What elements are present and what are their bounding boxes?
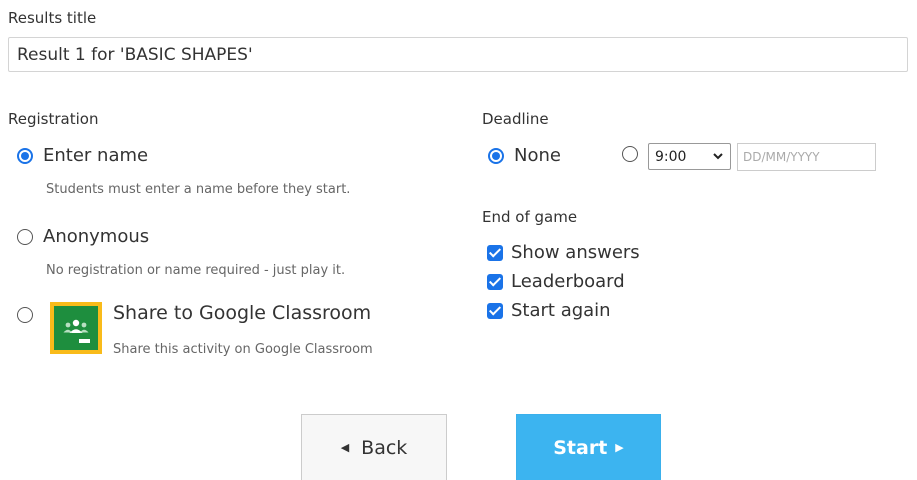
start-again-option[interactable]: Start again	[487, 300, 611, 321]
enter-name-label: Enter name	[43, 145, 149, 166]
back-button[interactable]: ◀ Back	[301, 414, 447, 480]
google-classroom-label: Share to Google Classroom	[113, 302, 372, 324]
chevron-down-icon	[713, 153, 723, 160]
registration-option-anonymous[interactable]: Anonymous	[17, 226, 149, 247]
results-title-label: Results title	[8, 9, 97, 27]
leaderboard-option[interactable]: Leaderboard	[487, 271, 625, 292]
deadline-time-select[interactable]: 9:00	[648, 143, 731, 170]
start-button[interactable]: Start ▶	[516, 414, 661, 480]
triangle-left-icon: ◀	[340, 441, 350, 454]
end-of-game-heading: End of game	[482, 208, 578, 226]
anonymous-hint: No registration or name required - just …	[46, 263, 346, 278]
start-again-label: Start again	[511, 300, 611, 321]
results-settings-page: Results title Registration Enter name St…	[0, 0, 917, 480]
start-button-label: Start	[553, 436, 608, 459]
results-title-input[interactable]	[8, 37, 908, 72]
triangle-right-icon: ▶	[615, 441, 624, 454]
deadline-option-date[interactable]	[622, 146, 638, 162]
deadline-none-label: None	[514, 145, 561, 166]
google-classroom-icon	[50, 302, 102, 354]
deadline-option-none[interactable]: None	[488, 145, 561, 166]
anonymous-label: Anonymous	[43, 226, 150, 247]
anonymous-radio[interactable]	[17, 228, 33, 245]
show-answers-option[interactable]: Show answers	[487, 242, 640, 263]
registration-option-enter-name[interactable]: Enter name	[17, 145, 148, 166]
google-classroom-hint: Share this activity on Google Classroom	[113, 342, 373, 357]
back-button-label: Back	[361, 436, 408, 459]
enter-name-radio[interactable]	[17, 147, 33, 164]
leaderboard-label: Leaderboard	[511, 271, 625, 292]
start-again-checkbox[interactable]	[487, 302, 503, 319]
enter-name-hint: Students must enter a name before they s…	[46, 182, 351, 197]
deadline-time-value: 9:00	[655, 148, 687, 165]
show-answers-label: Show answers	[511, 242, 640, 263]
leaderboard-checkbox[interactable]	[487, 273, 503, 290]
deadline-date-input[interactable]	[737, 143, 876, 171]
google-classroom-radio[interactable]	[17, 307, 33, 323]
registration-heading: Registration	[8, 110, 99, 128]
registration-option-google-classroom[interactable]	[17, 307, 33, 323]
show-answers-checkbox[interactable]	[487, 244, 503, 261]
deadline-heading: Deadline	[482, 110, 549, 128]
deadline-date-radio[interactable]	[622, 146, 638, 162]
deadline-none-radio[interactable]	[488, 147, 504, 164]
